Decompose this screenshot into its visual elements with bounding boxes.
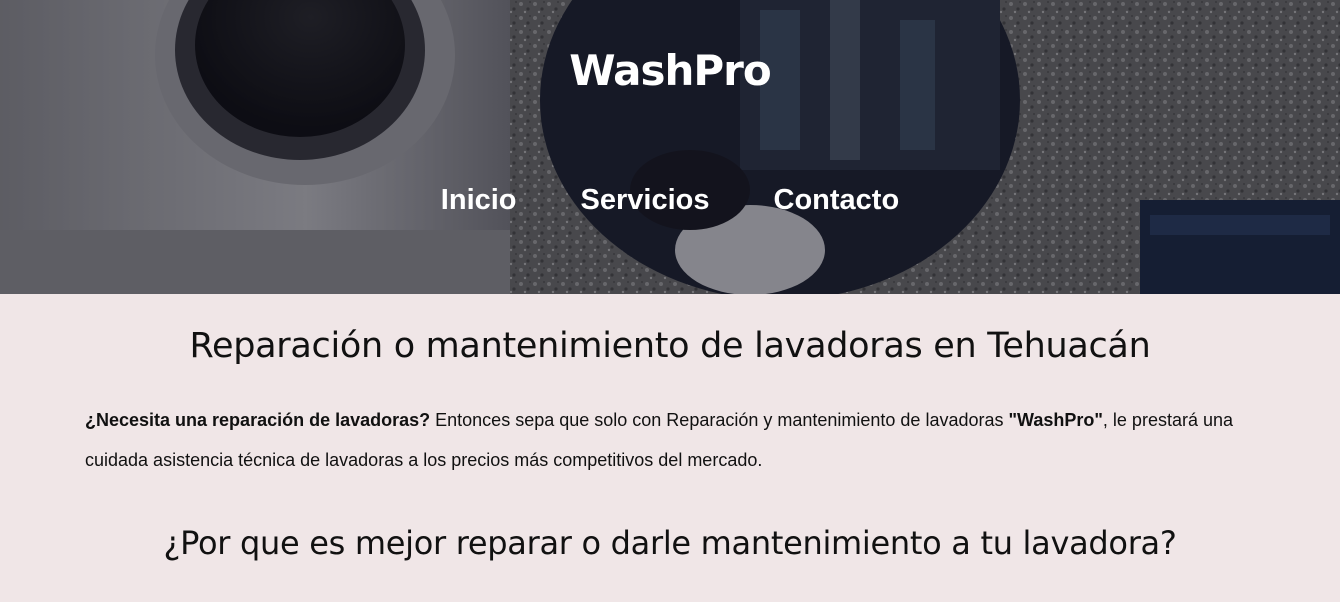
hero-dark-overlay [0, 0, 1340, 294]
intro-paragraph: ¿Necesita una reparación de lavadoras? E… [85, 400, 1255, 480]
main-content: Reparación o mantenimiento de lavadoras … [0, 326, 1340, 562]
nav-item-servicios[interactable]: Servicios [581, 184, 710, 217]
main-navigation: Inicio Servicios Contacto [0, 184, 1340, 217]
section-heading: ¿Por que es mejor reparar o darle manten… [163, 524, 1177, 562]
nav-item-contacto[interactable]: Contacto [774, 184, 900, 217]
intro-brand-name: "WashPro" [1008, 410, 1103, 430]
intro-text-part-1: Entonces sepa que solo con Reparación y … [430, 410, 1009, 430]
nav-item-inicio[interactable]: Inicio [441, 184, 517, 217]
brand-logo-text[interactable]: WashPro [0, 46, 1340, 95]
hero-banner: WashPro Inicio Servicios Contacto [0, 0, 1340, 294]
intro-lead-question: ¿Necesita una reparación de lavadoras? [85, 410, 431, 430]
page-title: Reparación o mantenimiento de lavadoras … [189, 326, 1151, 366]
